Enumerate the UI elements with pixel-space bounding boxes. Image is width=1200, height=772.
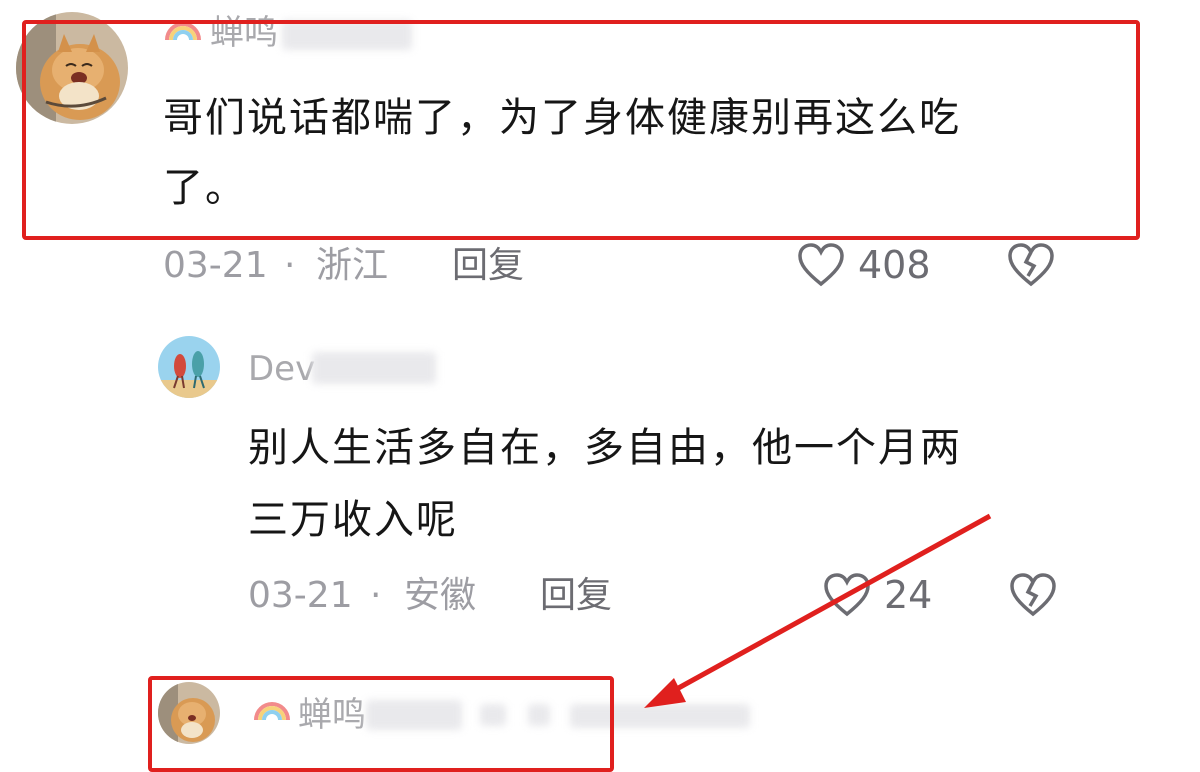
meta-separator: · (284, 245, 296, 286)
reply-button[interactable]: 回复 (540, 578, 612, 614)
meta-separator: · (370, 575, 382, 616)
comment-text-line: 三万收入呢 (248, 497, 458, 543)
reply-button[interactable]: 回复 (452, 248, 524, 284)
redacted-username (312, 352, 436, 384)
heart-outline-icon[interactable] (796, 242, 846, 288)
comment-location: 浙江 (316, 245, 389, 286)
comment-location: 安徽 (404, 575, 477, 616)
comment-date: 03-21 (163, 245, 268, 286)
highlight-box (148, 676, 614, 772)
broken-heart-icon[interactable] (1008, 572, 1058, 618)
broken-heart-icon[interactable] (1006, 242, 1056, 288)
highlight-box (22, 20, 1140, 240)
like-count: 24 (884, 573, 933, 617)
heart-outline-icon[interactable] (822, 572, 872, 618)
username[interactable]: Dev (248, 352, 315, 386)
cartoon-characters-avatar[interactable] (158, 336, 220, 398)
like-count: 408 (858, 243, 931, 287)
comment-text-line: 别人生活多自在，多自由，他一个月两 (248, 425, 962, 471)
comment-date: 03-21 (248, 575, 353, 616)
